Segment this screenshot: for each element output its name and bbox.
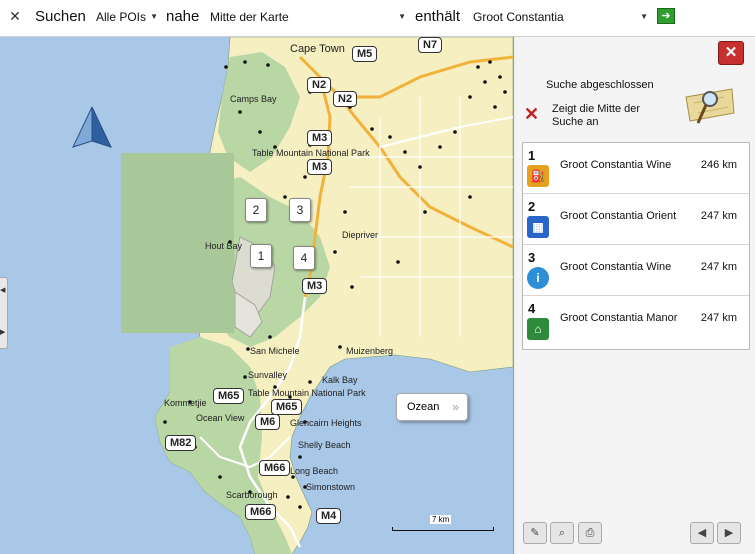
road-shield-n7: N7 (418, 37, 443, 53)
query-input[interactable]: Groot Constantia ▼ (473, 7, 648, 27)
result-name: Groot Constantia Wine (560, 261, 672, 273)
result-distance: 247 km (700, 312, 737, 324)
search-label: Suchen (35, 8, 86, 25)
show-center-link[interactable]: ✕ Zeigt die Mitte der Suche an (524, 103, 674, 133)
road-shield-m66: M66 (245, 504, 277, 520)
next-page-button[interactable]: ▶ (717, 522, 741, 544)
result-distance: 246 km (700, 159, 737, 171)
search-status: Suche abgeschlossen (546, 79, 654, 91)
chevron-down-icon: ▼ (398, 12, 406, 21)
building-icon: ▦ (527, 216, 549, 238)
chevron-left-icon: ◀ (0, 287, 6, 294)
compass-icon (72, 106, 112, 148)
road-shield-n2: N2 (333, 91, 358, 107)
result-name: Groot Constantia Orient (560, 210, 677, 222)
result-item-2[interactable]: 2 ▦ Groot Constantia Orient 247 km (523, 194, 749, 245)
map-callout-ocean[interactable]: Ozean » (396, 393, 468, 421)
map-label-simonstown: Simonstown (306, 482, 356, 492)
close-icon[interactable]: ✕ (718, 41, 744, 65)
result-number: 2 (528, 199, 536, 214)
map-pin-1[interactable]: 1 (250, 244, 272, 268)
road-shield-m3: M3 (307, 159, 333, 175)
print-icon[interactable]: ⎙ (578, 522, 602, 544)
location-dropdown[interactable]: Mitte der Karte ▼ (210, 7, 406, 27)
chevron-down-icon: ▼ (640, 12, 648, 21)
edit-icon[interactable]: ✎ (523, 522, 547, 544)
result-distance: 247 km (700, 210, 737, 222)
map-label-table-mountain-np: Table Mountain National Park (252, 148, 370, 158)
map-label-table-mountain-np-south: Table Mountain National Park (248, 388, 366, 398)
result-distance: 247 km (700, 261, 737, 273)
map-canvas (72, 37, 513, 554)
map-label-kalk-bay: Kalk Bay (322, 375, 358, 385)
map-label-diepriver: Diepriver (342, 230, 379, 240)
road-shield-m3: M3 (302, 278, 328, 294)
category-dropdown[interactable]: Alle POIs ▼ (96, 7, 158, 27)
result-name: Groot Constantia Wine (560, 159, 672, 171)
road-shield-m65: M65 (213, 388, 245, 404)
query-value: Groot Constantia (473, 10, 564, 24)
double-chevron-right-icon: » (452, 400, 459, 414)
scale-bar: 7 km (392, 513, 494, 533)
map-label-camps-bay: Camps Bay (230, 94, 277, 104)
restaurant-icon: ⛽ (527, 165, 549, 187)
result-item-3[interactable]: 3 i Groot Constantia Wine 247 km (523, 245, 749, 296)
search-results-panel: ✕ Suche abgeschlossen ✕ Zeigt die Mitte … (516, 37, 755, 554)
map-pin-3[interactable]: 3 (289, 198, 311, 222)
map-label-shelly-beach: Shelly Beach (298, 440, 351, 450)
map-view[interactable]: Cape Town Camps Bay Table Mountain Natio… (0, 37, 514, 554)
zoom-icon[interactable]: ⌕ (550, 522, 574, 544)
result-number: 3 (528, 250, 536, 265)
map-label-san-michele: San Michele (250, 346, 300, 356)
close-icon[interactable]: ✕ (8, 8, 22, 24)
chevron-right-icon: ▶ (0, 329, 6, 336)
road-shield-m66: M66 (259, 460, 291, 476)
contains-label: enthält (415, 8, 461, 25)
center-text-line2: Suche an (552, 116, 599, 128)
location-value: Mitte der Karte (210, 10, 289, 24)
info-icon: i (527, 267, 549, 289)
road-shield-m4: M4 (316, 508, 342, 524)
map-label-ocean-view: Ocean View (196, 413, 245, 423)
results-list: 1 ⛽ Groot Constantia Wine 246 km 2 ▦ Gro… (522, 142, 750, 350)
center-text-line1: Zeigt die Mitte der (552, 103, 641, 115)
road-shield-m3: M3 (307, 130, 333, 146)
road-shield-m82: M82 (165, 435, 197, 451)
map-label-hout-bay: Hout Bay (205, 241, 243, 251)
chevron-down-icon: ▼ (150, 12, 158, 21)
result-name: Groot Constantia Manor (560, 312, 678, 324)
result-item-1[interactable]: 1 ⛽ Groot Constantia Wine 246 km (523, 143, 749, 194)
hotel-icon: ⌂ (527, 318, 549, 340)
map-label-sunvalley: Sunvalley (248, 370, 288, 380)
map-pin-4[interactable]: 4 (293, 246, 315, 270)
result-number: 4 (528, 301, 536, 316)
map-label-muizenberg: Muizenberg (346, 346, 394, 356)
arrow-right-icon[interactable]: ➔ (657, 8, 675, 24)
map-label-glencairn-heights: Glencairn Heights (290, 418, 362, 428)
road-shield-n2: N2 (307, 77, 332, 93)
category-value: Alle POIs (96, 10, 147, 24)
result-item-4[interactable]: 4 ⌂ Groot Constantia Manor 247 km (523, 296, 749, 346)
map-label-cape-town: Cape Town (290, 43, 345, 55)
map-label-scarborough: Scarborough (226, 490, 278, 500)
result-number: 1 (528, 148, 536, 163)
search-toolbar: ✕ Suchen Alle POIs ▼ nahe Mitte der Kart… (0, 0, 755, 37)
map-pin-2[interactable]: 2 (245, 198, 267, 222)
near-label: nahe (166, 8, 200, 25)
callout-label: Ozean (407, 401, 440, 413)
road-shield-m6: M6 (255, 414, 281, 430)
map-search-icon (685, 88, 735, 124)
map-label-kommetjie: Kommetjie (164, 398, 207, 408)
map-label-long-beach: Long Beach (290, 466, 339, 476)
panel-splitter-handle[interactable]: ◀ ▶ (0, 277, 8, 349)
center-marker-icon: ✕ (524, 104, 540, 124)
road-shield-m65: M65 (271, 399, 303, 415)
previous-page-button[interactable]: ◀ (690, 522, 714, 544)
road-shield-m5: M5 (352, 46, 378, 62)
scale-label: 7 km (430, 515, 452, 524)
